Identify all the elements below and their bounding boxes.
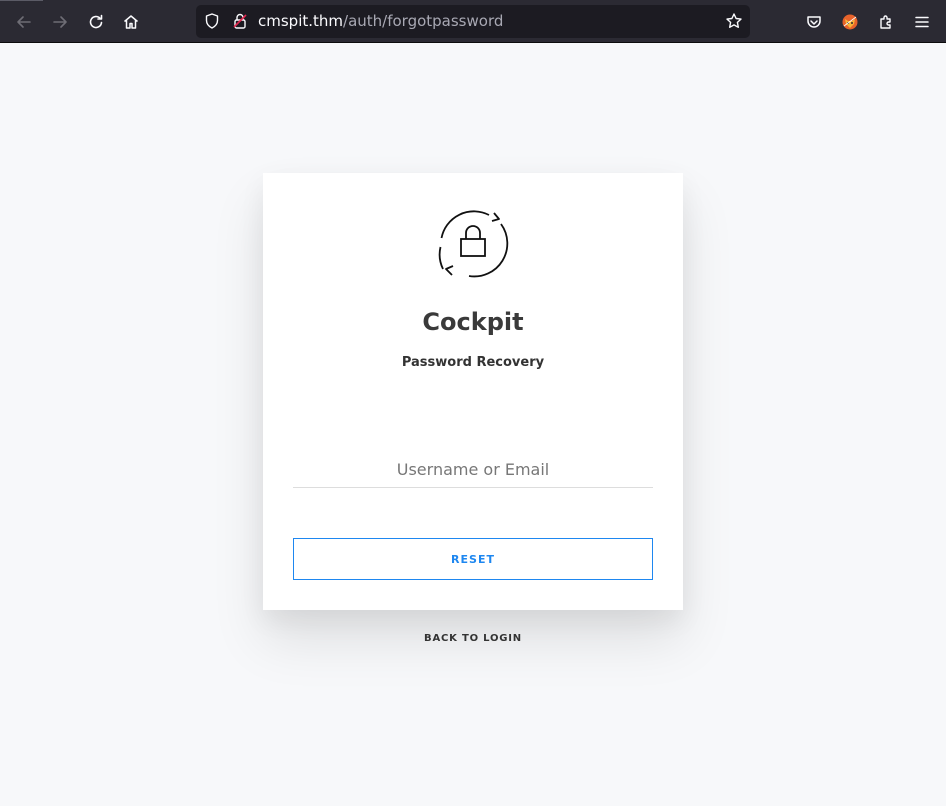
- lock-icon[interactable]: [231, 12, 249, 30]
- home-button[interactable]: [116, 7, 146, 37]
- reset-button[interactable]: RESET: [293, 538, 653, 580]
- app-menu-button[interactable]: [907, 7, 937, 37]
- reload-button[interactable]: [81, 7, 111, 37]
- lock-refresh-icon: [438, 210, 509, 278]
- url-bar[interactable]: cmspit.thm/auth/forgotpassword: [196, 5, 750, 38]
- star-icon[interactable]: [725, 12, 743, 30]
- fox-extension-icon: [842, 14, 858, 30]
- reload-icon: [89, 14, 103, 29]
- back-to-login-link[interactable]: BACK TO LOGIN: [263, 633, 683, 644]
- hamburger-menu-icon: [915, 16, 929, 28]
- url-host: cmspit.thm: [258, 12, 344, 30]
- puzzle-icon: [880, 15, 891, 29]
- page-subtitle: Password Recovery: [401, 355, 545, 370]
- app-title: Cockpit: [422, 308, 524, 336]
- extension-avatar-button[interactable]: [835, 7, 865, 37]
- forward-button[interactable]: [45, 7, 75, 37]
- browser-toolbar: cmspit.thm/auth/forgotpassword: [0, 0, 946, 43]
- username-email-input[interactable]: [293, 452, 653, 488]
- url-text[interactable]: cmspit.thm/auth/forgotpassword: [258, 12, 503, 30]
- url-path: /auth/forgotpassword: [343, 12, 504, 30]
- back-button[interactable]: [9, 7, 39, 37]
- pocket-button[interactable]: [799, 7, 829, 37]
- pocket-icon: [807, 16, 821, 28]
- shield-icon[interactable]: [203, 12, 221, 30]
- arrow-right-icon: [53, 16, 67, 28]
- extensions-button[interactable]: [871, 7, 901, 37]
- arrow-left-icon: [17, 16, 31, 28]
- tab-indicator: [0, 0, 43, 1]
- home-icon: [124, 15, 138, 29]
